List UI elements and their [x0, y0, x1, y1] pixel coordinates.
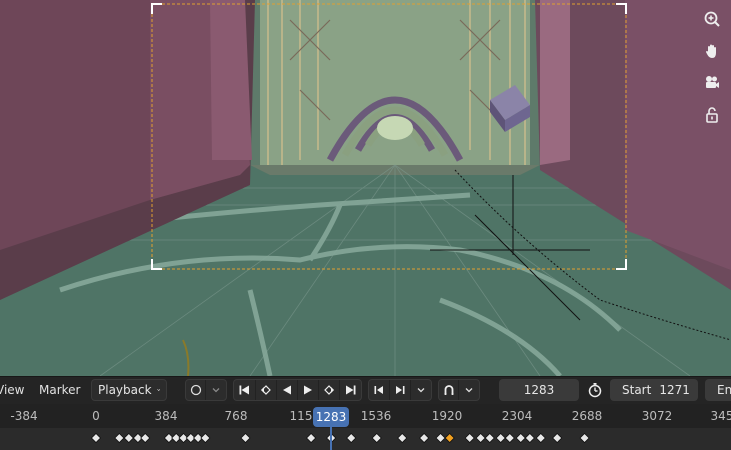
- ruler-tick: 384: [154, 409, 178, 423]
- keyframe[interactable]: [504, 432, 515, 444]
- view-menu[interactable]: View: [0, 383, 24, 397]
- keying-toggle-group: [185, 379, 227, 401]
- ruler-tick: 2304: [501, 409, 533, 423]
- keyframe[interactable]: [495, 432, 506, 444]
- keyframe[interactable]: [475, 432, 486, 444]
- keyframe[interactable]: [535, 432, 546, 444]
- timeline-header: View Marker Playback: [0, 376, 731, 404]
- frame-step-dropdown[interactable]: [411, 380, 431, 400]
- ruler-tick: 3072: [641, 409, 673, 423]
- keyframe[interactable]: [552, 432, 563, 444]
- next-frame-icon: [396, 386, 405, 394]
- snapping-group: [438, 379, 480, 401]
- playhead-line[interactable]: [330, 423, 332, 450]
- chevron-down-icon: [465, 388, 473, 393]
- playback-controls: [233, 379, 362, 401]
- stopwatch-icon: [588, 383, 602, 398]
- scene-render: [0, 0, 731, 376]
- play-icon: [303, 385, 312, 395]
- next-keyframe-icon: [324, 385, 334, 395]
- jump-to-keyframe-next-button[interactable]: [319, 380, 341, 400]
- snapping-toggle[interactable]: [439, 380, 459, 400]
- zoom-icon[interactable]: [699, 6, 725, 32]
- play-reverse-icon: [283, 385, 292, 395]
- ruler-tick: -384: [10, 409, 38, 423]
- keyframe[interactable]: [140, 432, 151, 444]
- auto-keying-toggle[interactable]: [186, 380, 206, 400]
- keyframe[interactable]: [371, 432, 382, 444]
- 3d-viewport[interactable]: [0, 0, 731, 376]
- keyframe[interactable]: [123, 432, 134, 444]
- marker-menu[interactable]: Marker: [39, 383, 80, 397]
- ruler-tick: 768: [224, 409, 248, 423]
- jump-start-icon: [239, 385, 250, 395]
- keyframe[interactable]: [464, 432, 475, 444]
- keyframe[interactable]: [419, 432, 430, 444]
- frame-ruler[interactable]: -384 0 384 768 115 1536 1920 2304 2688 3…: [0, 404, 731, 428]
- chevron-down-icon: [212, 388, 220, 393]
- jump-end-icon: [345, 385, 356, 395]
- keyframe[interactable]: [515, 432, 526, 444]
- keyframe[interactable]: [397, 432, 408, 444]
- lock-icon[interactable]: [699, 102, 725, 128]
- frame-step-controls: [368, 379, 432, 401]
- playback-label: Playback: [98, 383, 152, 397]
- ruler-tick: 1920: [431, 409, 463, 423]
- next-frame-button[interactable]: [390, 380, 411, 400]
- chevron-down-icon: [156, 389, 160, 391]
- keyframe-summary-track[interactable]: [0, 428, 731, 450]
- camera-view-icon[interactable]: [699, 70, 725, 96]
- ruler-tick: 345: [710, 409, 731, 423]
- current-frame-field[interactable]: 1283: [499, 379, 579, 401]
- keyframe[interactable]: [114, 432, 125, 444]
- ruler-tick: 2688: [571, 409, 603, 423]
- current-frame-value: 1283: [523, 383, 555, 397]
- keyframe[interactable]: [524, 432, 535, 444]
- play-reverse-button[interactable]: [277, 380, 298, 400]
- jump-to-keyframe-prev-button[interactable]: [256, 380, 278, 400]
- playback-dropdown[interactable]: Playback: [91, 379, 167, 401]
- keyframe[interactable]: [346, 432, 357, 444]
- hand-pan-icon[interactable]: [699, 38, 725, 64]
- snapping-options-dropdown[interactable]: [459, 380, 479, 400]
- start-frame-field[interactable]: Start 1271: [610, 379, 698, 401]
- keyframes: [90, 432, 590, 444]
- keyframe-selected[interactable]: [444, 432, 455, 444]
- ruler-tick: 1536: [360, 409, 392, 423]
- keyframe[interactable]: [306, 432, 317, 444]
- keyframe[interactable]: [90, 432, 102, 444]
- magnet-icon: [444, 385, 453, 395]
- start-frame-label: Start: [622, 383, 652, 397]
- end-frame-field[interactable]: En: [705, 379, 731, 401]
- keyframe[interactable]: [200, 432, 211, 444]
- record-circle-icon: [190, 384, 201, 396]
- prev-frame-icon: [374, 386, 384, 394]
- chevron-down-icon: [417, 388, 425, 393]
- jump-to-end-button[interactable]: [340, 380, 361, 400]
- keyframe[interactable]: [435, 432, 446, 444]
- jump-to-start-button[interactable]: [234, 380, 256, 400]
- prev-keyframe-icon: [260, 385, 271, 395]
- end-frame-label: En: [717, 383, 731, 397]
- preview-range-toggle[interactable]: [585, 380, 605, 400]
- keyframe[interactable]: [240, 432, 251, 444]
- ruler-tick: 0: [92, 409, 100, 423]
- keyframe[interactable]: [484, 432, 495, 444]
- play-button[interactable]: [298, 380, 319, 400]
- start-frame-value: 1271: [659, 383, 690, 397]
- ruler-tick: 115: [289, 409, 313, 423]
- keying-options-dropdown[interactable]: [206, 380, 226, 400]
- prev-frame-button[interactable]: [369, 380, 391, 400]
- keyframe[interactable]: [579, 432, 590, 444]
